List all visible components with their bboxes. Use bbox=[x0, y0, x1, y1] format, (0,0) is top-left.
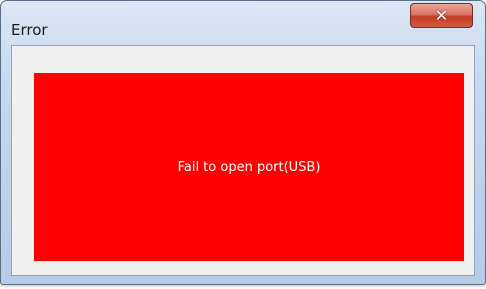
window-title: Error bbox=[11, 21, 48, 39]
error-message: Fail to open port(USB) bbox=[177, 159, 321, 175]
error-dialog-window: Error ✕ Fail to open port(USB) bbox=[0, 0, 486, 285]
error-panel: Fail to open port(USB) bbox=[34, 73, 464, 261]
title-bar[interactable]: Error ✕ bbox=[1, 1, 485, 45]
dialog-client-area: Fail to open port(USB) bbox=[11, 45, 475, 276]
close-button[interactable]: ✕ bbox=[410, 3, 473, 28]
close-icon: ✕ bbox=[434, 5, 449, 25]
